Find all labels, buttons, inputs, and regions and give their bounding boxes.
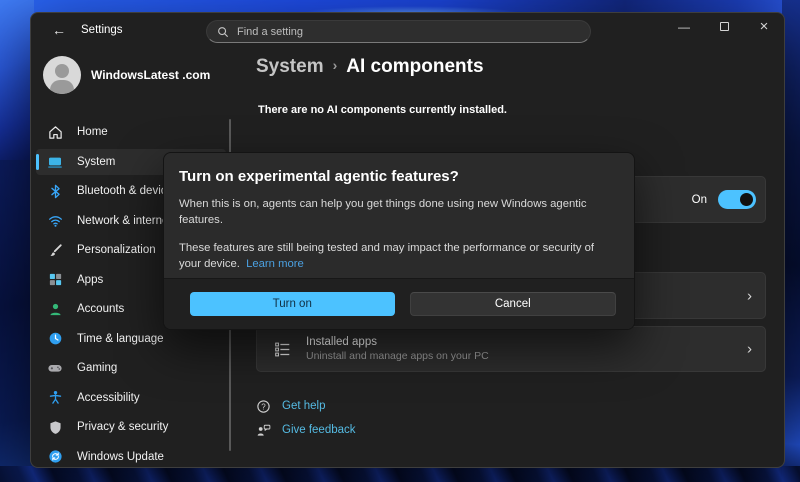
dialog-footer: Turn on Cancel: [164, 278, 634, 329]
chevron-right-icon: ›: [747, 342, 752, 357]
toggle-knob: [740, 193, 753, 206]
home-icon: [47, 124, 63, 140]
dialog-content: Turn on experimental agentic features? W…: [164, 153, 634, 273]
avatar[interactable]: [43, 56, 81, 94]
agentic-features-toggle[interactable]: [718, 190, 756, 209]
chevron-right-icon: ›: [747, 288, 752, 303]
sidebar-item-home[interactable]: Home: [36, 119, 226, 145]
bluetooth-icon: [47, 183, 63, 199]
active-indicator: [36, 154, 39, 170]
give-feedback-icon: [256, 423, 271, 438]
system-icon: [47, 154, 63, 170]
sidebar-item-label: Privacy & security: [77, 421, 168, 433]
give-feedback-link[interactable]: Give feedback: [256, 419, 356, 441]
sidebar-item-label: Home: [77, 126, 108, 138]
account-name: WindowsLatest .com: [91, 68, 210, 82]
personalization-icon: [47, 242, 63, 258]
sidebar-item-label: System: [77, 156, 115, 168]
empty-components-notice: There are no AI components currently ins…: [258, 104, 507, 116]
breadcrumb-current: AI components: [346, 56, 483, 77]
dialog-body-2-text: These features are still being tested an…: [179, 242, 594, 270]
avatar-body-shape: [50, 80, 74, 94]
search-icon: [217, 26, 229, 38]
wallpaper-bottom-band: [0, 466, 800, 482]
back-button[interactable]: ←: [45, 18, 73, 42]
window-controls: — ×: [664, 13, 784, 40]
sidebar-item-label: Accessibility: [77, 392, 140, 404]
privacy-security-icon: [47, 419, 63, 435]
close-button[interactable]: ×: [744, 13, 784, 40]
sidebar-item-label: Apps: [77, 274, 103, 286]
toggle-state-label: On: [692, 194, 707, 206]
windows-update-icon: [47, 449, 63, 465]
turn-on-button[interactable]: Turn on: [190, 292, 395, 316]
network-icon: [47, 213, 63, 229]
wallpaper-left-lower-band: [0, 160, 34, 482]
sidebar-item-label: Personalization: [77, 244, 156, 256]
sidebar-item-gaming[interactable]: Gaming: [36, 355, 226, 381]
breadcrumb-separator-icon: ›: [324, 57, 347, 73]
get-help-link[interactable]: ? Get help: [256, 395, 325, 417]
time-language-icon: [47, 331, 63, 347]
accessibility-icon: [47, 390, 63, 406]
installed-apps-card[interactable]: Installed apps Uninstall and manage apps…: [256, 326, 766, 372]
installed-apps-icon: [274, 341, 291, 358]
svg-text:?: ?: [261, 402, 266, 411]
dialog-body-1: When this is on, agents can help you get…: [179, 196, 612, 229]
get-help-icon: ?: [256, 399, 271, 414]
breadcrumb: System›AI components: [256, 56, 484, 78]
sidebar-item-label: Windows Update: [77, 451, 164, 463]
gaming-icon: [47, 360, 63, 376]
sidebar-item-privacy-security[interactable]: Privacy & security: [36, 414, 226, 440]
avatar-head-shape: [55, 64, 69, 78]
apps-icon: [47, 272, 63, 288]
breadcrumb-parent[interactable]: System: [256, 56, 324, 77]
sidebar-item-accessibility[interactable]: Accessibility: [36, 385, 226, 411]
search-placeholder: Find a setting: [237, 26, 303, 38]
maximize-icon: [720, 22, 729, 31]
agentic-features-dialog: Turn on experimental agentic features? W…: [163, 152, 635, 330]
sidebar-item-label: Accounts: [77, 303, 124, 315]
sidebar-item-windows-update[interactable]: Windows Update: [36, 444, 226, 469]
accounts-icon: [47, 301, 63, 317]
give-feedback-label: Give feedback: [282, 424, 356, 436]
sidebar-item-label: Network & internet: [77, 215, 172, 227]
minimize-button[interactable]: —: [664, 13, 704, 40]
search-input[interactable]: Find a setting: [206, 20, 591, 43]
wallpaper-left-band: [0, 0, 34, 160]
learn-more-link[interactable]: Learn more: [246, 258, 304, 270]
window-title: Settings: [81, 24, 123, 36]
desktop: ← Settings Find a setting — × WindowsLat…: [0, 0, 800, 482]
installed-apps-subtitle: Uninstall and manage apps on your PC: [306, 350, 489, 362]
sidebar-item-label: Gaming: [77, 362, 117, 374]
maximize-button[interactable]: [704, 13, 744, 40]
installed-apps-title: Installed apps: [306, 336, 489, 348]
get-help-label: Get help: [282, 400, 325, 412]
dialog-title: Turn on experimental agentic features?: [179, 168, 612, 185]
sidebar-item-label: Time & language: [77, 333, 164, 345]
dialog-body-2: These features are still being tested an…: [179, 240, 612, 273]
installed-apps-text: Installed apps Uninstall and manage apps…: [306, 336, 489, 362]
cancel-button[interactable]: Cancel: [410, 292, 617, 316]
